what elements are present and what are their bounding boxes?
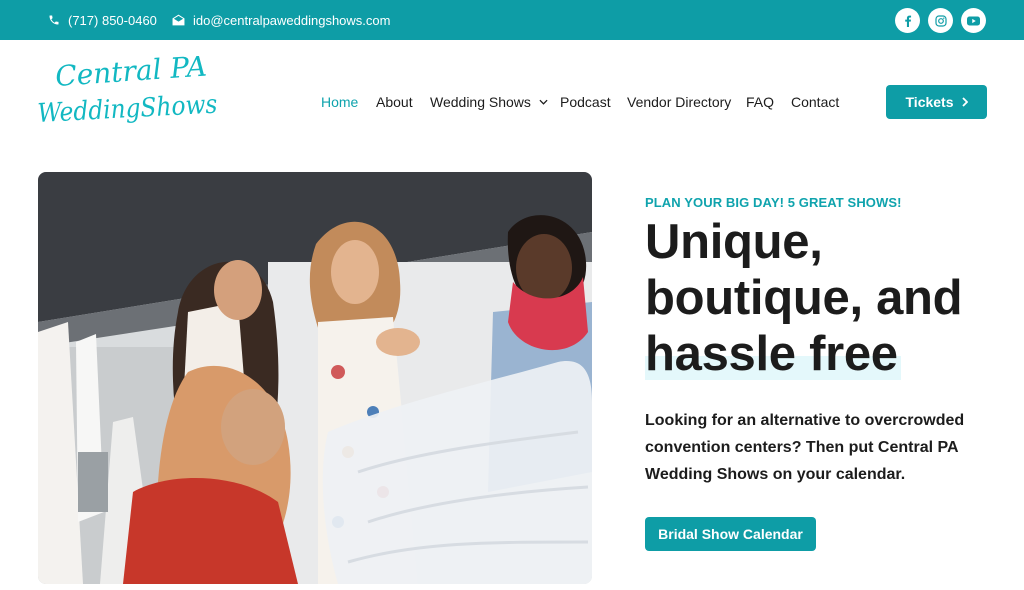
instagram-icon [934, 14, 947, 27]
hero-lead-text: Looking for an alternative to overcrowde… [645, 412, 965, 483]
nav-vendor-directory[interactable]: Vendor Directory [627, 92, 731, 112]
phone-icon [49, 15, 59, 25]
headline-line-1: Unique, [645, 215, 823, 269]
headline-line-3: hassle free [645, 327, 898, 381]
facebook-icon [904, 15, 911, 27]
envelope-icon [172, 14, 185, 26]
nav-wedding-shows-label: Wedding Shows [430, 94, 531, 110]
bridal-show-calendar-button[interactable]: Bridal Show Calendar [645, 517, 816, 551]
headline-line-2: boutique, and [645, 271, 963, 325]
logo-line-1: Central PA [54, 56, 208, 93]
hero-photo [38, 172, 592, 584]
email-address: ido@centralpaweddingshows.com [193, 12, 391, 28]
phone-number: (717) 850-0460 [68, 12, 157, 28]
chevron-down-icon [539, 99, 548, 105]
facebook-link[interactable] [895, 8, 920, 33]
nav-contact[interactable]: Contact [791, 92, 839, 112]
youtube-link[interactable] [961, 8, 986, 33]
nav-faq[interactable]: FAQ [746, 92, 774, 112]
tickets-button[interactable]: Tickets [886, 85, 987, 119]
site-logo[interactable]: Central PA WeddingShows [36, 56, 226, 136]
chevron-right-icon [961, 97, 968, 107]
nav-wedding-shows[interactable]: Wedding Shows [430, 92, 548, 112]
nav-podcast[interactable]: Podcast [560, 92, 611, 112]
nav-about[interactable]: About [376, 92, 413, 112]
phone-link[interactable]: (717) 850-0460 [48, 0, 157, 40]
email-link[interactable]: ido@centralpaweddingshows.com [172, 0, 390, 40]
top-bar: (717) 850-0460 ido@centralpaweddingshows… [0, 0, 1024, 40]
instagram-link[interactable] [928, 8, 953, 33]
tickets-button-label: Tickets [905, 94, 954, 110]
hero-eyebrow: PLAN YOUR BIG DAY! 5 GREAT SHOWS! [645, 195, 902, 210]
youtube-icon [967, 16, 980, 25]
hero-headline: Unique, boutique, and hassle free [645, 214, 1015, 382]
nav-home[interactable]: Home [321, 92, 358, 112]
logo-line-2: WeddingShows [37, 90, 218, 129]
